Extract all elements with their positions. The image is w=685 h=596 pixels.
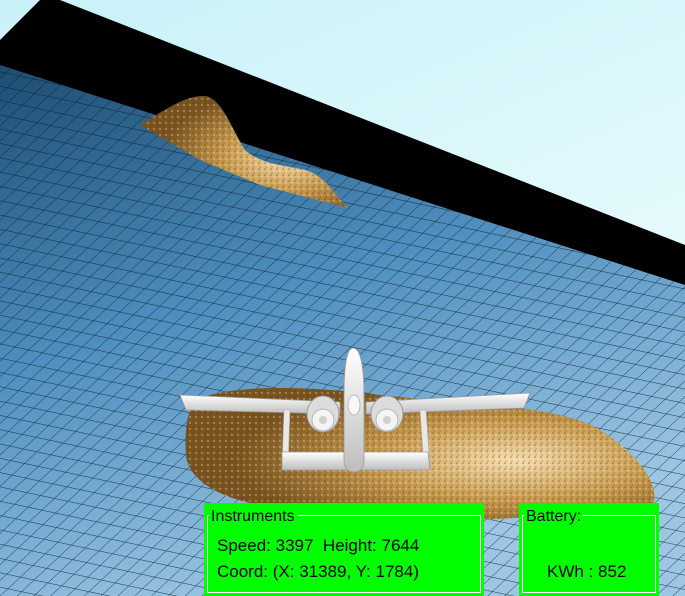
speed-height-readout: Speed: 3397 Height: 7644 xyxy=(217,536,419,556)
coord-y-label: Y: xyxy=(355,562,371,581)
instruments-panel: Instruments Speed: 3397 Height: 7644 Coo… xyxy=(204,503,484,596)
kwh-value: 852 xyxy=(598,562,627,581)
height-label: Height: xyxy=(322,536,377,555)
kwh-readout: KWh : 852 xyxy=(547,562,626,582)
coord-readout: Coord: (X: 31389, Y: 1784) xyxy=(217,562,419,581)
coord-y-value: 1784 xyxy=(375,562,414,581)
coord-x-label: X: xyxy=(278,562,295,581)
speed-value: 3397 xyxy=(275,536,314,555)
battery-panel: Battery: KWh : 852 xyxy=(519,503,659,596)
kwh-label: KWh : xyxy=(547,562,594,581)
battery-title: Battery: xyxy=(524,508,584,526)
instruments-title: Instruments xyxy=(209,508,297,526)
height-value: 7644 xyxy=(381,536,420,555)
coord-label: Coord: xyxy=(217,562,269,581)
coord-x-value: 31389 xyxy=(299,562,347,581)
speed-label: Speed: xyxy=(217,536,271,555)
